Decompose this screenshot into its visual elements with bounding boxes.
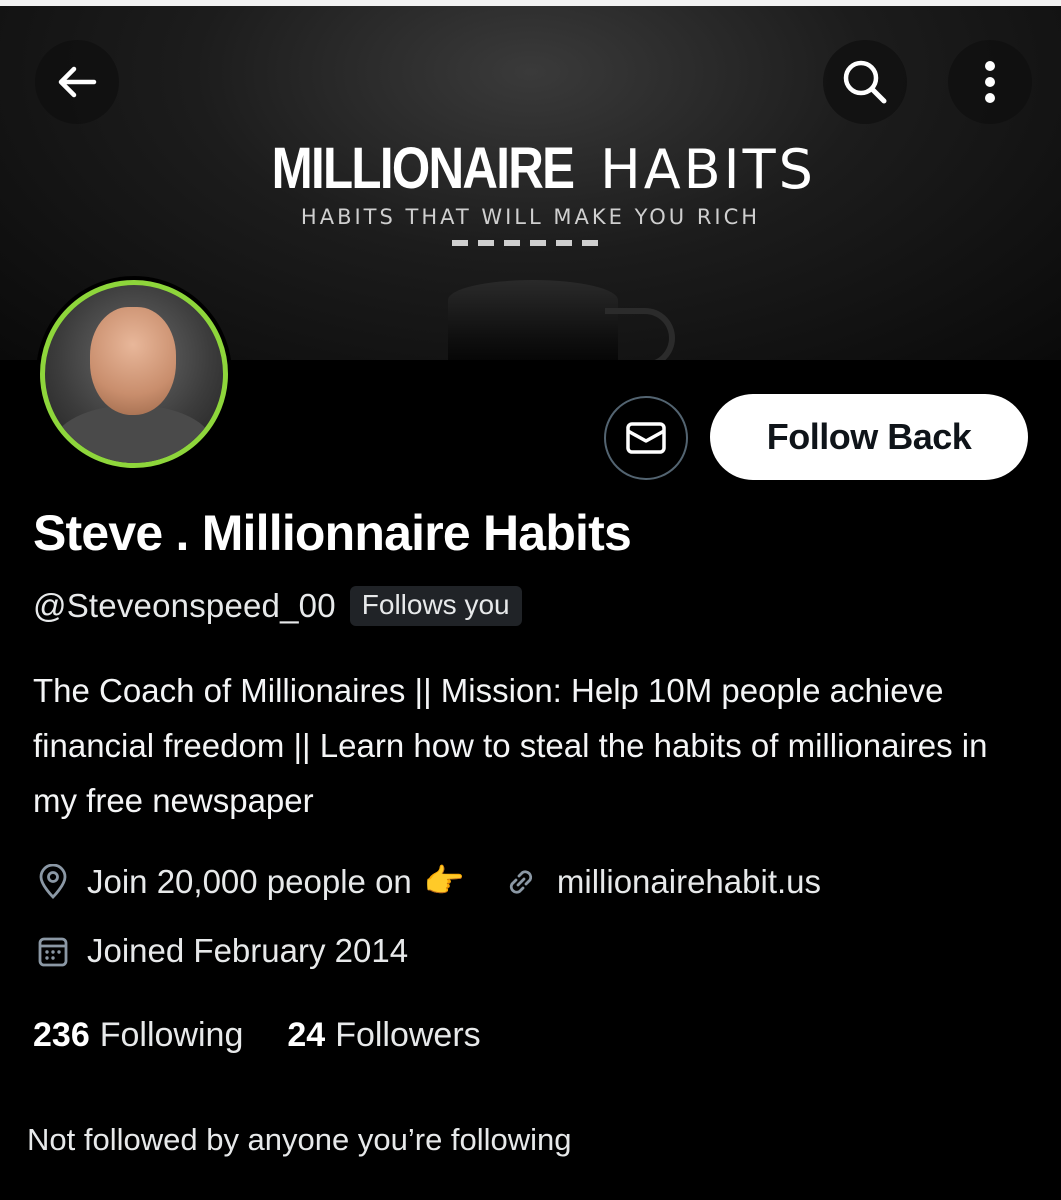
profile-joined-row: Joined February 2014 xyxy=(33,932,408,970)
banner-logo: MILLIONAIRE HABITS xyxy=(0,135,1061,202)
followers-label: Followers xyxy=(335,1016,481,1054)
search-button[interactable] xyxy=(823,40,907,124)
banner-logo-light: HABITS xyxy=(600,138,816,201)
mail-icon xyxy=(626,422,666,454)
avatar-head xyxy=(90,307,176,415)
banner-dashes xyxy=(452,240,602,246)
more-button[interactable] xyxy=(948,40,1032,124)
back-button[interactable] xyxy=(35,40,119,124)
link-icon xyxy=(501,865,541,899)
search-icon xyxy=(843,60,887,104)
banner-top-edge xyxy=(0,0,1061,6)
following-count: 236 xyxy=(33,1016,90,1054)
location-pin-icon xyxy=(33,863,73,900)
avatar[interactable] xyxy=(36,276,232,472)
display-name: Steve . Millionnaire Habits xyxy=(33,505,632,561)
follows-you-badge: Follows you xyxy=(349,586,522,626)
handle-row: @Steveonspeed_00 Follows you xyxy=(33,582,522,630)
mutual-followers-text: Not followed by anyone you’re following xyxy=(27,1122,572,1157)
followers-link[interactable]: 24 Followers xyxy=(287,1016,480,1055)
following-link[interactable]: 236 Following xyxy=(33,1016,243,1055)
arrow-left-icon xyxy=(58,66,97,98)
joined-date: Joined February 2014 xyxy=(87,932,409,969)
more-vertical-icon xyxy=(985,61,995,103)
followers-count: 24 xyxy=(287,1016,326,1054)
message-button[interactable] xyxy=(604,396,688,480)
coffee-cup-image xyxy=(448,280,618,360)
user-handle: @Steveonspeed_00 xyxy=(33,587,336,624)
profile-bio: The Coach of Millionaires || Mission: He… xyxy=(33,672,988,819)
profile-meta-row: Join 20,000 people on 👉 millionairehabit… xyxy=(33,862,821,901)
website-link[interactable]: millionairehabit.us xyxy=(557,863,821,901)
banner-logo-bold: MILLIONAIRE xyxy=(271,136,575,201)
following-label: Following xyxy=(99,1016,244,1054)
location-text: Join 20,000 people on xyxy=(87,862,412,900)
coffee-cup-handle xyxy=(605,308,675,360)
calendar-icon xyxy=(33,934,73,968)
pointing-hand-emoji: 👉 xyxy=(423,862,465,899)
avatar-image xyxy=(40,280,228,468)
banner-tagline: HABITS THAT WILL MAKE YOU RICH xyxy=(300,205,761,229)
follow-stats: 236 Following 24 Followers xyxy=(33,1016,481,1055)
follow-back-button[interactable]: Follow Back xyxy=(710,394,1028,480)
